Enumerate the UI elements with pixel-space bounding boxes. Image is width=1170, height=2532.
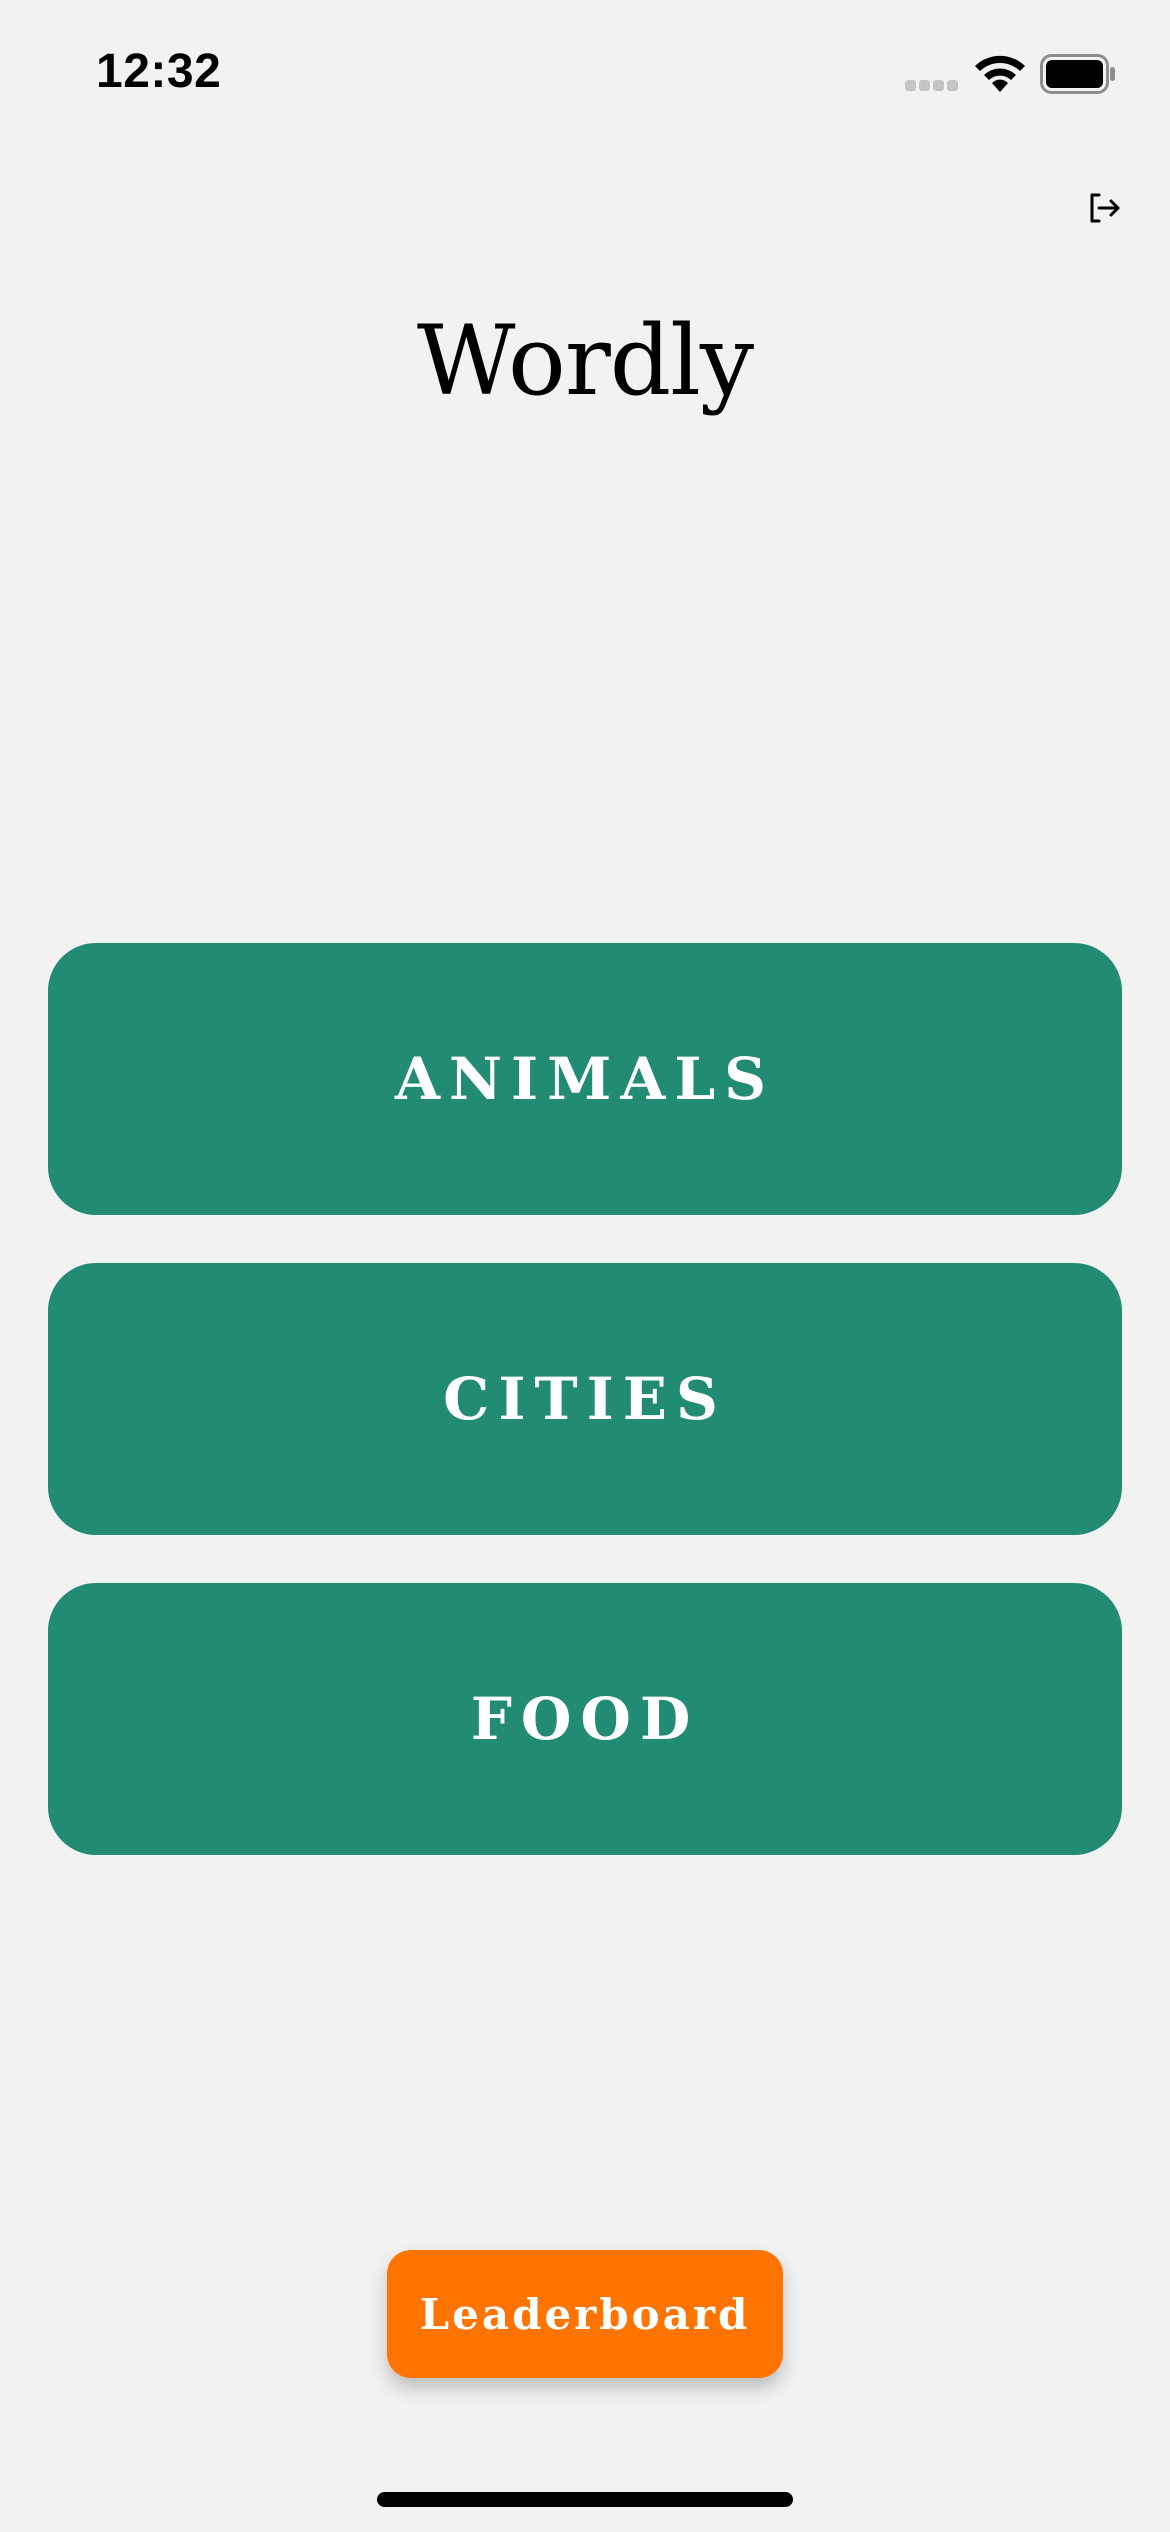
category-label: FOOD xyxy=(470,1685,700,1753)
cellular-signal-icon xyxy=(905,80,959,92)
app-title: Wordly xyxy=(416,305,754,417)
home-indicator[interactable] xyxy=(377,2492,793,2507)
status-bar: 12:32 xyxy=(0,0,1170,150)
wifi-icon xyxy=(975,55,1025,92)
status-time: 12:32 xyxy=(96,45,222,98)
category-button-animals[interactable]: ANIMALS xyxy=(48,943,1122,1215)
category-list: ANIMALS CITIES FOOD xyxy=(48,943,1122,1903)
logout-button[interactable] xyxy=(1085,188,1125,228)
category-button-cities[interactable]: CITIES xyxy=(48,1263,1122,1535)
leaderboard-button[interactable]: Leaderboard xyxy=(387,2250,783,2378)
battery-icon xyxy=(1040,54,1115,94)
leaderboard-label: Leaderboard xyxy=(419,2289,751,2339)
category-label: CITIES xyxy=(443,1365,727,1433)
logout-icon xyxy=(1090,193,1120,223)
category-button-food[interactable]: FOOD xyxy=(48,1583,1122,1855)
category-label: ANIMALS xyxy=(394,1045,776,1113)
